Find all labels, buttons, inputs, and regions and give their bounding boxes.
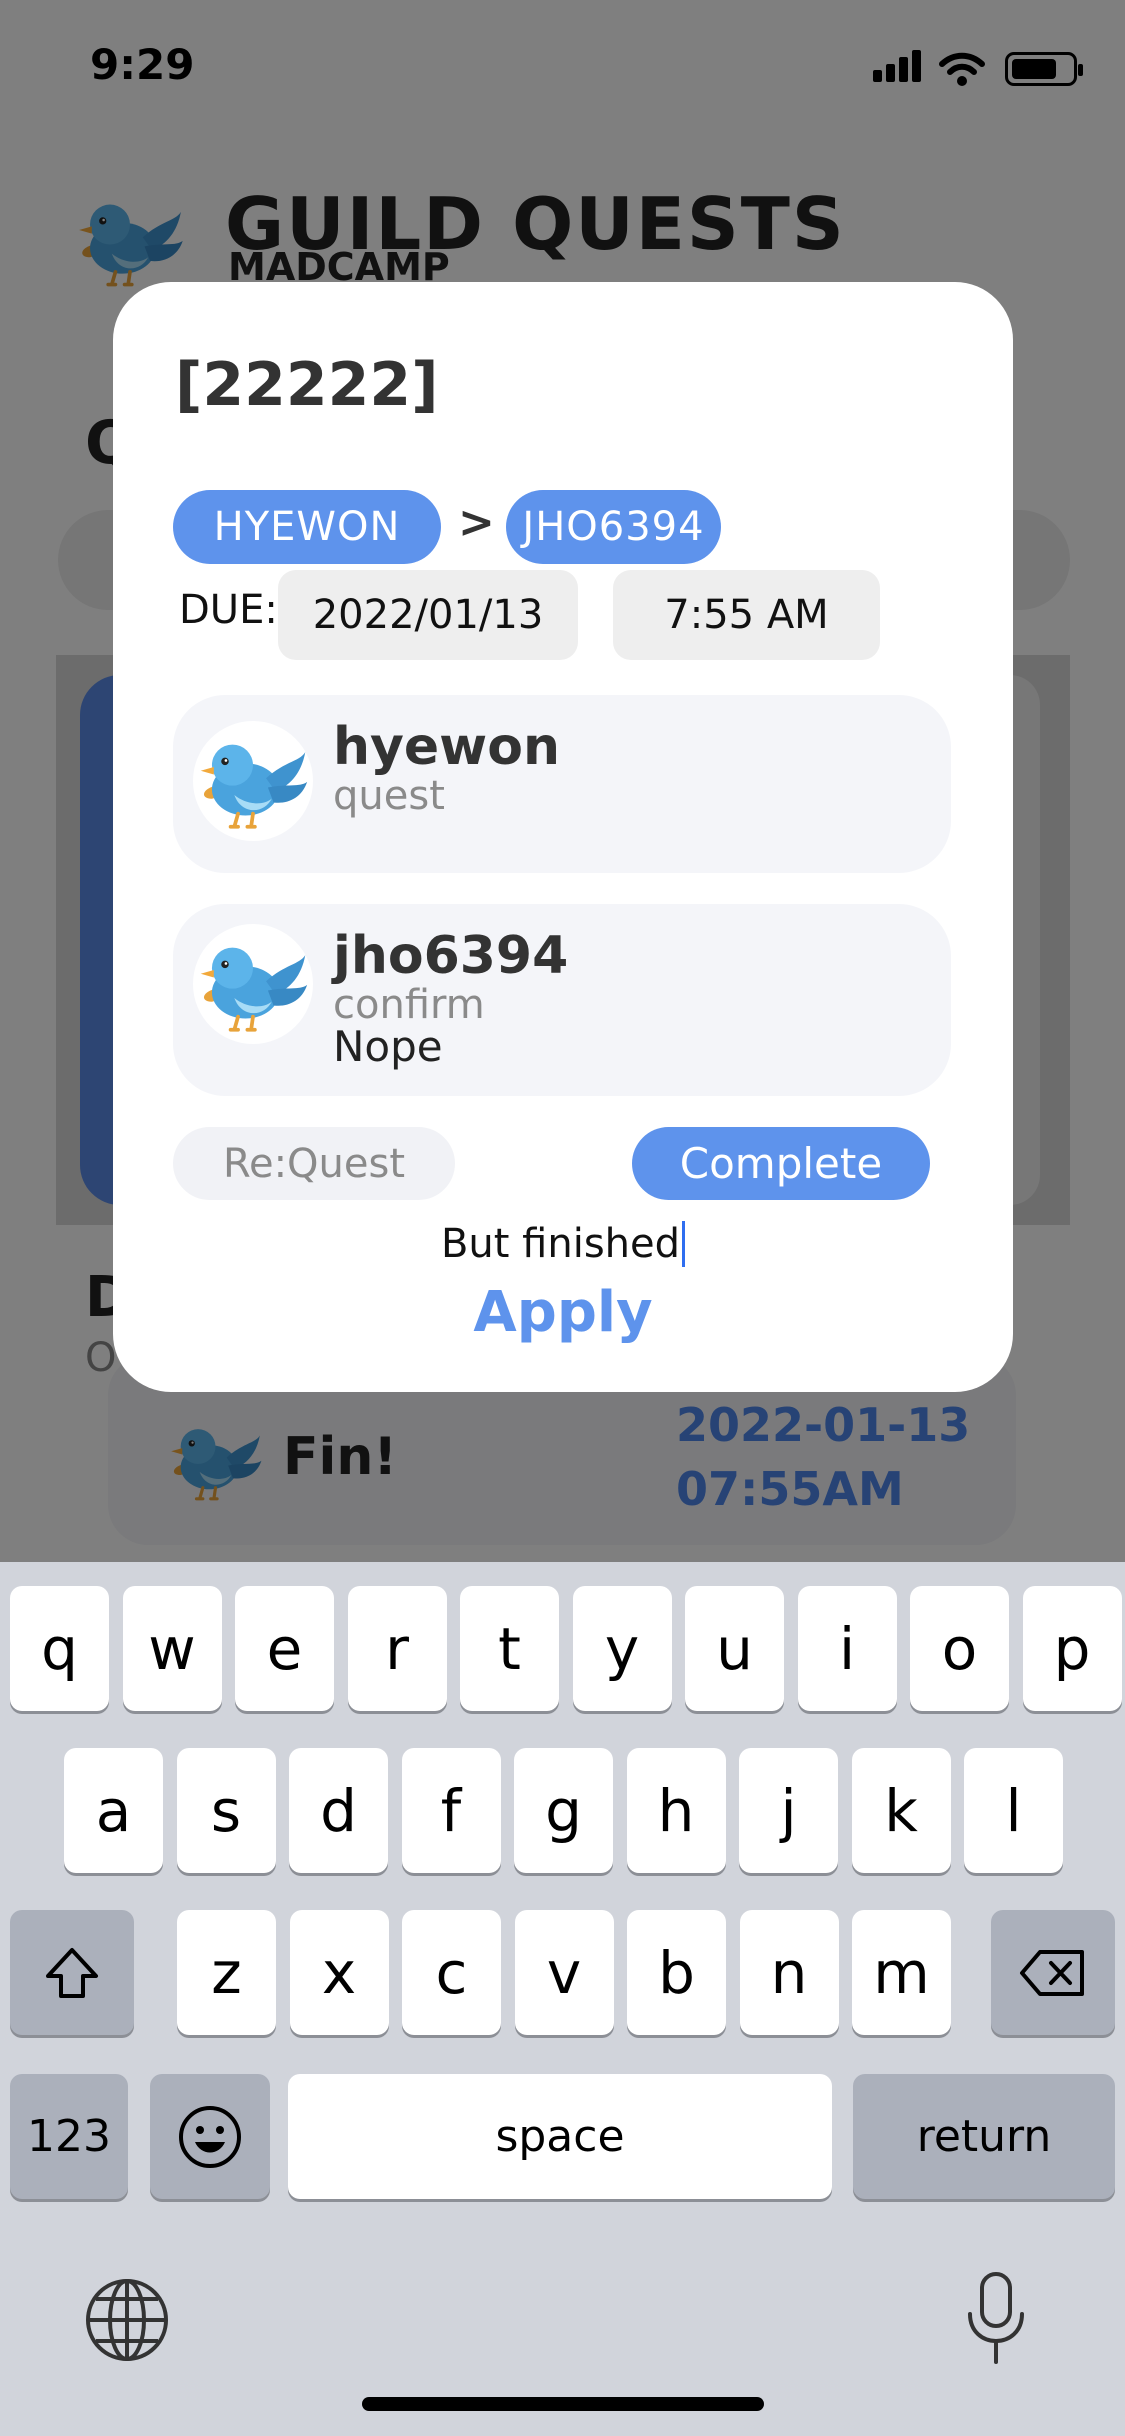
numbers-key[interactable]: 123 xyxy=(10,2074,128,2199)
avatar xyxy=(193,924,313,1044)
key-c[interactable]: c xyxy=(402,1910,501,2035)
key-j[interactable]: j xyxy=(739,1748,838,1873)
key-q[interactable]: q xyxy=(10,1586,109,1711)
return-key[interactable]: return xyxy=(853,2074,1115,2199)
from-user-chip: HYEWON xyxy=(173,490,441,564)
bird-avatar-icon xyxy=(197,932,309,1036)
quest-receiver-card: jho6394 confirm Nope xyxy=(173,904,951,1096)
key-z[interactable]: z xyxy=(177,1910,276,2035)
key-p[interactable]: p xyxy=(1022,1586,1122,1711)
bird-avatar-icon xyxy=(197,729,309,833)
quest-giver-card: hyewon quest xyxy=(173,695,951,873)
key-f[interactable]: f xyxy=(401,1748,501,1873)
key-e[interactable]: e xyxy=(235,1586,334,1711)
user-message: Nope xyxy=(333,1022,443,1071)
re-quest-button[interactable]: Re:Quest xyxy=(173,1127,455,1200)
key-r[interactable]: r xyxy=(347,1586,447,1711)
shift-key[interactable] xyxy=(10,1910,134,2035)
key-x[interactable]: x xyxy=(289,1910,389,2035)
key-w[interactable]: w xyxy=(122,1586,222,1711)
text-caret xyxy=(682,1221,686,1267)
emoji-key[interactable] xyxy=(150,2074,270,2199)
dialog-title: [22222] xyxy=(175,350,439,420)
due-label: DUE: xyxy=(179,587,278,633)
shift-icon xyxy=(46,1947,98,1998)
message-input-value: But finished xyxy=(440,1221,681,1267)
quest-dialog: [22222] HYEWON > JHO6394 DUE: 2022/01/13… xyxy=(113,282,1013,1392)
key-o[interactable]: o xyxy=(910,1586,1009,1711)
message-input[interactable]: But finished xyxy=(213,1212,913,1276)
complete-button[interactable]: Complete xyxy=(632,1127,930,1200)
due-time-picker[interactable]: 7:55 AM xyxy=(613,570,880,660)
key-b[interactable]: b xyxy=(627,1910,726,2035)
key-h[interactable]: h xyxy=(626,1748,726,1873)
delete-icon xyxy=(1020,1949,1084,1996)
microphone-icon[interactable] xyxy=(960,2268,1032,2368)
key-l[interactable]: l xyxy=(964,1748,1063,1873)
key-y[interactable]: y xyxy=(572,1586,672,1711)
key-m[interactable]: m xyxy=(852,1910,951,2035)
direction-separator: > xyxy=(458,497,495,548)
space-key[interactable]: space xyxy=(288,2074,832,2199)
user-role: quest xyxy=(333,773,445,819)
to-user-chip: JHO6394 xyxy=(506,490,721,564)
key-d[interactable]: d xyxy=(289,1748,388,1873)
key-t[interactable]: t xyxy=(460,1586,559,1711)
delete-key[interactable] xyxy=(991,1910,1115,2035)
key-n[interactable]: n xyxy=(739,1910,839,2035)
key-a[interactable]: a xyxy=(64,1748,163,1873)
key-u[interactable]: u xyxy=(685,1586,784,1711)
avatar xyxy=(193,721,313,841)
key-i[interactable]: i xyxy=(797,1586,897,1711)
key-s[interactable]: s xyxy=(176,1748,276,1873)
user-name: hyewon xyxy=(333,717,560,777)
emoji-icon xyxy=(179,2105,241,2168)
due-date-picker[interactable]: 2022/01/13 xyxy=(278,570,578,660)
home-indicator[interactable] xyxy=(362,2397,764,2411)
key-g[interactable]: g xyxy=(514,1748,613,1873)
user-name: jho6394 xyxy=(333,926,569,986)
globe-icon[interactable] xyxy=(82,2275,172,2365)
key-v[interactable]: v xyxy=(514,1910,614,2035)
key-k[interactable]: k xyxy=(851,1748,951,1873)
apply-button[interactable]: Apply xyxy=(423,1272,703,1352)
